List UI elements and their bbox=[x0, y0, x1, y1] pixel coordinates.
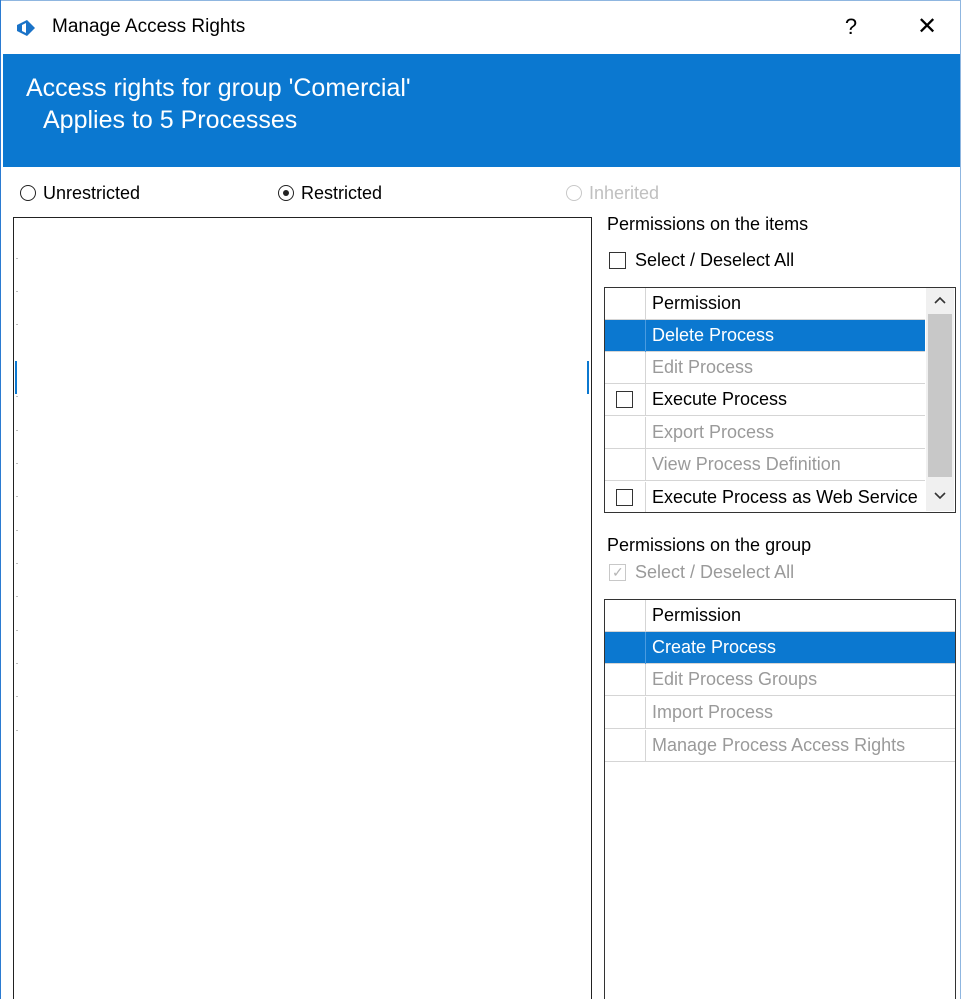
table-row[interactable]: Delete Process bbox=[605, 320, 925, 352]
window-title: Manage Access Rights bbox=[52, 16, 246, 37]
permission-label: View Process Definition bbox=[652, 454, 841, 474]
group-select-all[interactable]: ✓ Select / Deselect All bbox=[609, 562, 809, 586]
radio-unrestricted[interactable]: Unrestricted bbox=[20, 183, 160, 205]
permission-label: Edit Process Groups bbox=[652, 669, 818, 689]
radio-circle-selected-icon bbox=[278, 185, 294, 201]
table-row[interactable]: Manage Process Access Rights bbox=[605, 730, 955, 762]
items-select-all[interactable]: Select / Deselect All bbox=[609, 250, 809, 274]
permission-label: Import Process bbox=[652, 702, 774, 722]
items-permissions-grid[interactable]: Permission Delete Process Edit Process E… bbox=[604, 287, 956, 513]
table-row[interactable]: Export Process bbox=[605, 417, 925, 449]
permission-label: Manage Process Access Rights bbox=[652, 735, 906, 755]
app-logo-icon bbox=[17, 20, 35, 36]
row-checkbox[interactable] bbox=[616, 489, 633, 506]
process-tree-panel[interactable] bbox=[13, 217, 592, 999]
permission-label: Export Process bbox=[652, 422, 775, 442]
chevron-down-icon[interactable] bbox=[926, 486, 954, 506]
grid-column-header: Permission bbox=[652, 293, 742, 313]
radio-inherited-label: Inherited bbox=[589, 183, 660, 203]
group-permissions-title: Permissions on the group bbox=[607, 535, 812, 555]
grid-header-row: Permission bbox=[605, 600, 955, 632]
permission-label: Delete Process bbox=[652, 325, 775, 345]
window-frame-left bbox=[0, 0, 1, 999]
radio-circle-icon bbox=[566, 185, 582, 201]
items-grid-scrollbar[interactable] bbox=[926, 288, 954, 511]
radio-inherited[interactable]: Inherited bbox=[566, 183, 676, 205]
radio-circle-icon bbox=[20, 185, 36, 201]
table-row[interactable]: Import Process bbox=[605, 697, 955, 729]
checkbox-checked-icon[interactable]: ✓ bbox=[609, 564, 626, 581]
row-checkbox[interactable] bbox=[616, 391, 633, 408]
grid-column-header: Permission bbox=[652, 605, 742, 625]
close-button[interactable]: ✕ bbox=[902, 2, 952, 52]
table-row[interactable]: Execute Process bbox=[605, 384, 925, 416]
permission-label: Execute Process as Web Service bbox=[652, 487, 918, 507]
checkbox-icon[interactable] bbox=[609, 252, 626, 269]
radio-restricted-label: Restricted bbox=[301, 183, 383, 203]
permission-label: Edit Process bbox=[652, 357, 754, 377]
header-title: Access rights for group 'Comercial' bbox=[26, 74, 411, 102]
scrollbar-thumb[interactable] bbox=[928, 314, 952, 477]
table-row[interactable]: Edit Process bbox=[605, 352, 925, 384]
header-banner: Access rights for group 'Comercial' Appl… bbox=[3, 54, 960, 167]
group-permissions-grid[interactable]: Permission Create Process Edit Process G… bbox=[604, 599, 956, 999]
table-row[interactable]: Create Process bbox=[605, 632, 955, 664]
grid-header-row: Permission bbox=[605, 288, 925, 320]
items-permissions-title: Permissions on the items bbox=[607, 214, 809, 234]
help-button[interactable]: ? bbox=[826, 2, 876, 52]
radio-restricted[interactable]: Restricted bbox=[278, 183, 408, 205]
table-row[interactable]: Edit Process Groups bbox=[605, 664, 955, 696]
items-select-all-label: Select / Deselect All bbox=[635, 250, 795, 270]
group-select-all-label: Select / Deselect All bbox=[635, 562, 795, 582]
table-row[interactable]: Execute Process as Web Service bbox=[605, 482, 925, 512]
chevron-up-icon[interactable] bbox=[926, 290, 954, 310]
radio-unrestricted-label: Unrestricted bbox=[43, 183, 141, 203]
permission-label: Create Process bbox=[652, 637, 777, 657]
table-row[interactable]: View Process Definition bbox=[605, 449, 925, 481]
permission-label: Execute Process bbox=[652, 389, 788, 409]
header-subtitle: Applies to 5 Processes bbox=[43, 106, 298, 134]
